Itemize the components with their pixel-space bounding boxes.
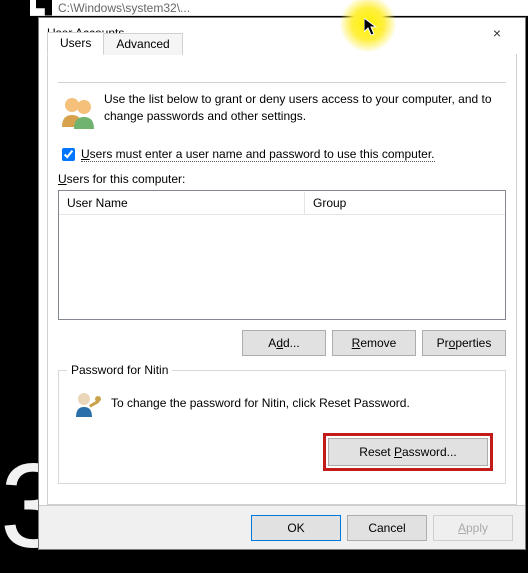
key-user-icon bbox=[71, 387, 101, 419]
intro-text: Use the list below to grant or deny user… bbox=[104, 91, 506, 133]
reset-password-button[interactable]: Reset Password... bbox=[328, 438, 488, 466]
users-listbox[interactable]: User Name Group bbox=[58, 190, 506, 320]
close-button[interactable]: × bbox=[477, 19, 517, 47]
parent-window-title: C:\Windows\system32\... bbox=[58, 1, 190, 15]
password-groupbox-legend: Password for Nitin bbox=[67, 363, 172, 377]
remove-button[interactable]: Remove bbox=[332, 330, 416, 356]
tab-advanced[interactable]: Advanced bbox=[103, 33, 182, 55]
add-button[interactable]: Add... bbox=[242, 330, 326, 356]
password-instruction: To change the password for Nitin, click … bbox=[111, 396, 410, 410]
require-login-label[interactable]: Users must enter a user name and passwor… bbox=[81, 147, 435, 162]
column-group[interactable]: Group bbox=[305, 192, 505, 214]
dialog-footer: OK Cancel Apply bbox=[39, 505, 525, 549]
properties-button[interactable]: Properties bbox=[422, 330, 506, 356]
password-groupbox: Password for Nitin To change the passwor… bbox=[58, 370, 506, 484]
close-icon: × bbox=[493, 25, 501, 41]
users-list-label: Users for this computer: bbox=[58, 172, 506, 186]
ok-button[interactable]: OK bbox=[251, 515, 341, 541]
column-user-name[interactable]: User Name bbox=[59, 192, 305, 214]
parent-window-titlebar: C:\Windows\system32\... bbox=[30, 0, 528, 16]
require-login-checkbox[interactable] bbox=[62, 148, 75, 161]
tabstrip: Users Advanced bbox=[47, 32, 182, 54]
tab-users[interactable]: Users bbox=[47, 32, 104, 55]
cmd-icon bbox=[36, 0, 52, 16]
apply-button: Apply bbox=[433, 515, 513, 541]
users-icon bbox=[58, 91, 98, 133]
cancel-button[interactable]: Cancel bbox=[347, 515, 427, 541]
listbox-body[interactable] bbox=[59, 215, 505, 219]
listbox-header[interactable]: User Name Group bbox=[59, 191, 505, 215]
reset-password-highlight: Reset Password... bbox=[323, 433, 493, 471]
user-accounts-dialog: User Accounts × Users Advanced Use th bbox=[38, 17, 526, 550]
